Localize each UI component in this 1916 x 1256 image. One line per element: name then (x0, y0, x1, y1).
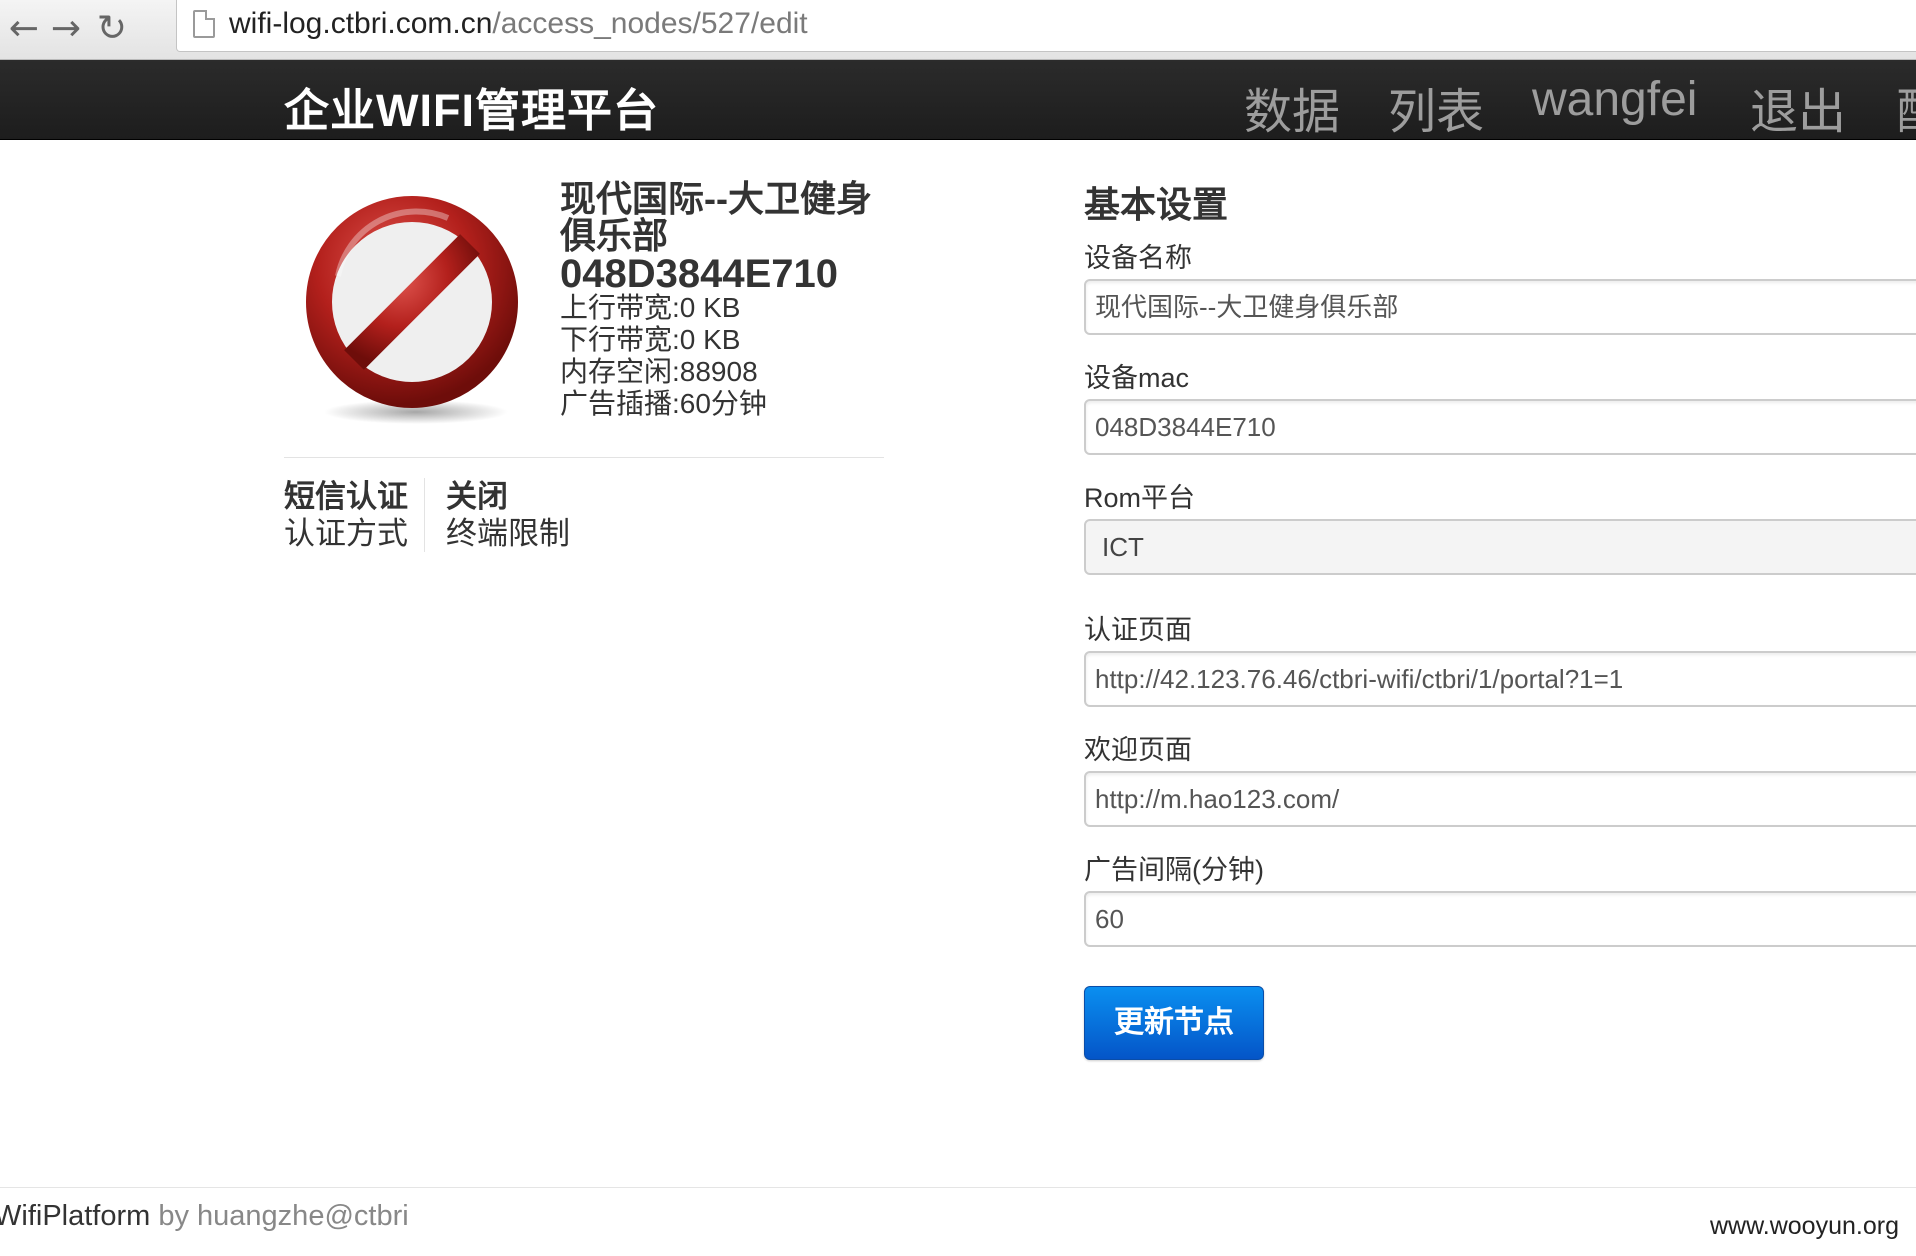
reload-icon[interactable]: ↻ (88, 6, 136, 52)
auth-method-stat: 短信认证 认证方式 (284, 478, 408, 552)
footer-author: by huangzhe@ctbri (158, 1200, 409, 1232)
auth-page-label: 认证页面 (1084, 615, 1192, 645)
nav-item-data[interactable]: 数据 (1244, 72, 1340, 142)
welcome-page-input[interactable]: http://m.hao123.com/ (1084, 771, 1916, 827)
url-path: /access_nodes/527/edit (492, 7, 808, 40)
ad-interval-label: 广告间隔(分钟) (1084, 855, 1264, 885)
welcome-page-label: 欢迎页面 (1084, 735, 1192, 765)
device-mac-label: 设备mac (1084, 363, 1190, 393)
nav-item-logout[interactable]: 退出 (1750, 72, 1846, 142)
browser-toolbar: ← → ↻ wifi-log.ctbri.com.cn/access_nodes… (0, 0, 1916, 60)
stat-separator (424, 478, 425, 552)
nav-item-user[interactable]: wangfei (1532, 72, 1697, 127)
auth-method-label: 认证方式 (284, 516, 408, 551)
auth-method-value: 短信认证 (284, 479, 408, 514)
stat-free-memory: 内存空闲:88908 (560, 356, 758, 387)
brand-title[interactable]: 企业WIFI管理平台 (284, 74, 659, 139)
terminal-limit-label: 终端限制 (446, 516, 570, 551)
update-node-button[interactable]: 更新节点 (1084, 986, 1264, 1060)
footer: WifiPlatform by huangzhe@ctbri (0, 1200, 409, 1233)
form-title: 基本设置 (1084, 184, 1229, 225)
prohibited-icon (298, 186, 528, 426)
terminal-limit-value: 关闭 (446, 479, 508, 514)
ad-interval-input[interactable]: 60 (1084, 891, 1916, 947)
url-text[interactable]: wifi-log.ctbri.com.cn/access_nodes/527/e… (229, 7, 808, 41)
terminal-limit-stat: 关闭 终端限制 (446, 478, 570, 552)
arrow-right-icon[interactable]: → (42, 6, 90, 52)
top-navbar: 企业WIFI管理平台 数据 列表 wangfei 退出 配 (0, 60, 1916, 140)
watermark: www.wooyun.org (1710, 1212, 1899, 1240)
page-icon (193, 10, 215, 38)
footer-divider (0, 1187, 1916, 1188)
address-bar[interactable]: wifi-log.ctbri.com.cn/access_nodes/527/e… (176, 0, 1916, 52)
nav-item-list[interactable]: 列表 (1388, 72, 1484, 142)
stat-downstream: 下行带宽:0 KB (560, 324, 741, 355)
footer-product: WifiPlatform (0, 1200, 151, 1232)
rom-platform-label: Rom平台 (1084, 483, 1196, 513)
stat-ad-interval: 广告插播:60分钟 (560, 388, 767, 419)
arrow-left-icon[interactable]: ← (0, 6, 48, 52)
auth-page-input[interactable]: http://42.123.76.46/ctbri-wifi/ctbri/1/p… (1084, 651, 1916, 707)
device-mac-input[interactable]: 048D3844E710 (1084, 399, 1916, 455)
url-host: wifi-log.ctbri.com.cn (229, 7, 493, 40)
device-name-label: 设备名称 (1084, 243, 1192, 273)
device-name-input[interactable]: 现代国际--大卫健身俱乐部 (1084, 279, 1916, 335)
rom-platform-select[interactable]: ICT (1084, 519, 1916, 575)
nav-item-config[interactable]: 配 (1896, 72, 1916, 142)
stat-upstream: 上行带宽:0 KB (560, 292, 741, 323)
node-mac: 048D3844E710 (560, 252, 839, 296)
divider (284, 457, 884, 458)
node-name: 现代国际--大卫健身俱乐部 (560, 178, 872, 256)
